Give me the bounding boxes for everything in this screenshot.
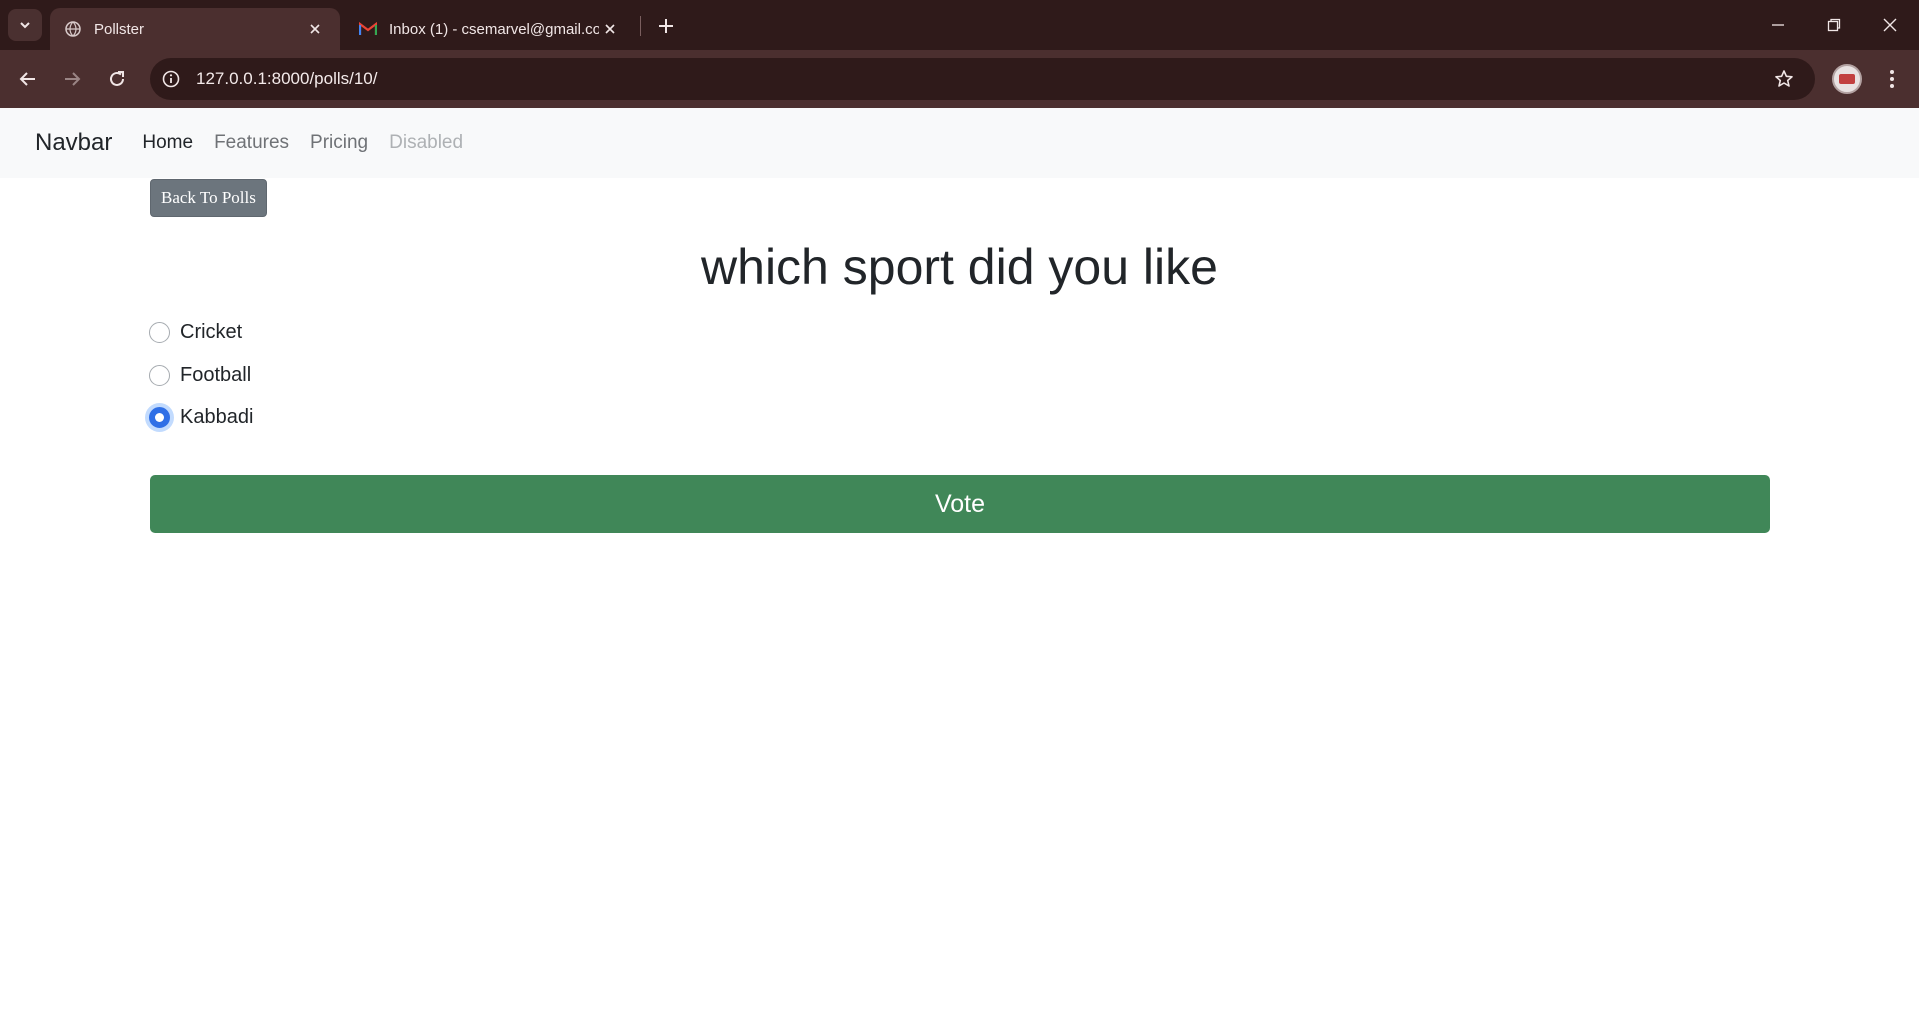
radio-dot (155, 412, 164, 422)
minimize-icon (1772, 24, 1784, 26)
browser-tab-strip: Pollster Inbox (1) - csemarvel@gmail.com (0, 0, 1919, 50)
forward-nav-button[interactable] (56, 63, 88, 95)
choice-football[interactable]: Football (149, 360, 251, 390)
tab-gmail-inbox[interactable]: Inbox (1) - csemarvel@gmail.com (345, 8, 635, 50)
close-tab-icon[interactable] (599, 18, 621, 40)
nav-link-home[interactable]: Home (142, 132, 193, 154)
radio-button-selected[interactable] (149, 406, 170, 428)
avatar-image (1839, 74, 1855, 84)
restore-button[interactable] (1806, 0, 1862, 50)
browser-toolbar: 127.0.0.1:8000/polls/10/ (0, 50, 1919, 108)
tab-pollster[interactable]: Pollster (50, 8, 340, 50)
navbar-brand[interactable]: Navbar (35, 129, 112, 157)
radio-button[interactable] (149, 321, 170, 343)
nav-link-features[interactable]: Features (214, 132, 289, 154)
bookmark-star-icon[interactable] (1763, 58, 1805, 100)
choice-label: Football (180, 363, 252, 386)
gmail-icon (359, 20, 377, 38)
new-tab-button[interactable] (652, 12, 680, 40)
address-bar[interactable]: 127.0.0.1:8000/polls/10/ (150, 58, 1815, 100)
close-window-button[interactable] (1862, 0, 1918, 50)
nav-link-disabled: Disabled (389, 132, 464, 153)
vote-button[interactable]: Vote (150, 475, 1770, 533)
close-icon (1883, 18, 1897, 32)
plus-icon (659, 19, 673, 33)
back-to-polls-button[interactable]: Back To Polls (150, 179, 267, 217)
reload-button[interactable] (101, 63, 133, 95)
arrow-right-icon (65, 72, 81, 86)
tab-title: Pollster (94, 20, 145, 38)
tab-title: Inbox (1) - csemarvel@gmail.com (389, 20, 599, 38)
nav-link-pricing[interactable]: Pricing (310, 132, 368, 154)
globe-icon (64, 20, 82, 38)
poll-question: which sport did you like (701, 239, 1218, 295)
tab-search-button[interactable] (8, 9, 42, 41)
site-navbar: Navbar Home Features Pricing Disabled (0, 108, 1919, 178)
browser-menu-button[interactable] (1876, 63, 1908, 95)
choice-cricket[interactable]: Cricket (149, 317, 242, 347)
choice-label: Cricket (180, 320, 243, 343)
close-tab-icon[interactable] (304, 18, 326, 40)
address-url: 127.0.0.1:8000/polls/10/ (196, 69, 378, 88)
back-nav-button[interactable] (12, 63, 44, 95)
restore-icon (1827, 18, 1841, 32)
arrow-left-icon (19, 72, 35, 86)
kebab-menu-icon (1890, 70, 1894, 88)
choice-label: Kabbadi (180, 405, 254, 428)
choice-kabbadi[interactable]: Kabbadi (149, 402, 253, 432)
chevron-down-icon (20, 22, 30, 29)
radio-button[interactable] (149, 364, 170, 386)
page-content: Navbar Home Features Pricing Disabled Ba… (0, 108, 1919, 1020)
tab-separator (640, 16, 641, 36)
reload-icon (110, 71, 124, 86)
profile-avatar[interactable] (1832, 64, 1862, 94)
minimize-button[interactable] (1750, 0, 1806, 50)
site-info-icon[interactable] (150, 58, 192, 100)
